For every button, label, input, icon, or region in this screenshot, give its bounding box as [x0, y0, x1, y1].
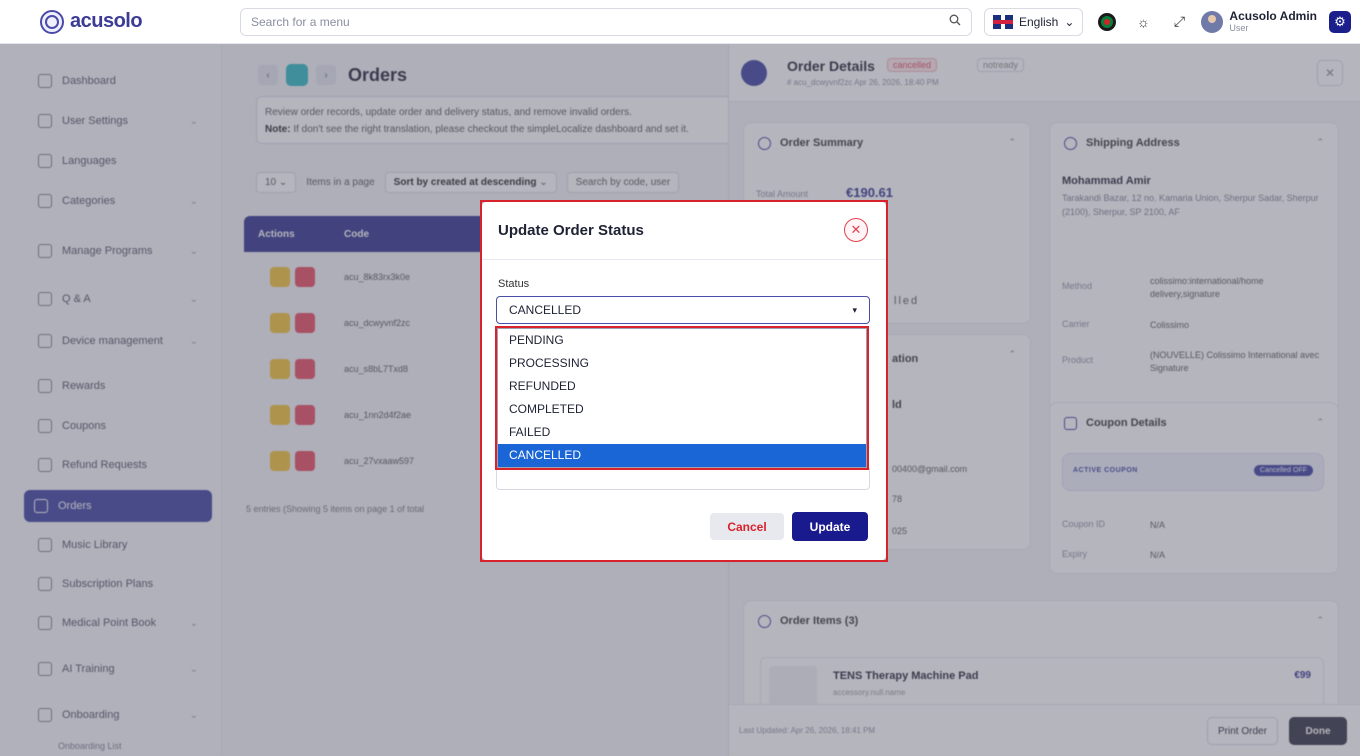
gear-icon: ⚙: [1334, 13, 1346, 29]
option-cancelled[interactable]: CANCELLED: [498, 444, 866, 467]
fullscreen-button[interactable]: ⤢: [1167, 10, 1191, 34]
modal-close-button[interactable]: ✕: [844, 218, 868, 242]
user-menu[interactable]: Acusolo Admin User: [1201, 10, 1317, 33]
status-options-list: PENDING PROCESSING REFUNDED COMPLETED FA…: [497, 328, 867, 468]
menu-search-input[interactable]: [251, 14, 949, 29]
sun-icon: ☼: [1137, 13, 1150, 30]
language-selector[interactable]: English ⌄: [984, 7, 1084, 36]
user-name: Acusolo Admin: [1229, 9, 1317, 23]
cancel-button[interactable]: Cancel: [710, 513, 784, 540]
update-button[interactable]: Update: [792, 512, 868, 541]
option-refunded[interactable]: REFUNDED: [498, 375, 866, 398]
option-processing[interactable]: PROCESSING: [498, 352, 866, 375]
user-role: User: [1229, 23, 1249, 33]
brand-logo-icon: [40, 9, 64, 34]
settings-button[interactable]: ⚙: [1328, 10, 1351, 33]
modal-title: Update Order Status: [498, 222, 644, 239]
chevron-down-icon: ▾: [852, 304, 857, 315]
theme-toggle-button[interactable]: ☼: [1131, 10, 1155, 34]
brand-name: acusolo: [70, 10, 143, 32]
option-pending[interactable]: PENDING: [498, 329, 866, 352]
chevron-down-icon: ⌄: [1064, 14, 1075, 29]
language-label: English: [1019, 14, 1059, 29]
region-flag-button[interactable]: [1095, 10, 1119, 34]
option-failed[interactable]: FAILED: [498, 421, 866, 444]
top-bar: acusolo English ⌄ ☼ ⤢ Acusolo Admin User…: [0, 0, 1360, 44]
brand[interactable]: acusolo: [0, 9, 222, 34]
status-label: Status: [498, 278, 530, 290]
search-icon[interactable]: [949, 14, 961, 29]
close-icon: ✕: [850, 222, 862, 237]
divider: [482, 259, 886, 260]
uk-flag-icon: [993, 14, 1013, 29]
status-select[interactable]: CANCELLED ▾: [496, 296, 870, 324]
avatar: [1201, 10, 1224, 33]
option-completed[interactable]: COMPLETED: [498, 398, 866, 421]
note-textarea[interactable]: [496, 468, 870, 490]
region-flag-icon: [1098, 12, 1117, 31]
expand-icon: ⤢: [1173, 13, 1186, 29]
status-select-value: CANCELLED: [509, 303, 582, 317]
menu-search[interactable]: [240, 7, 972, 36]
